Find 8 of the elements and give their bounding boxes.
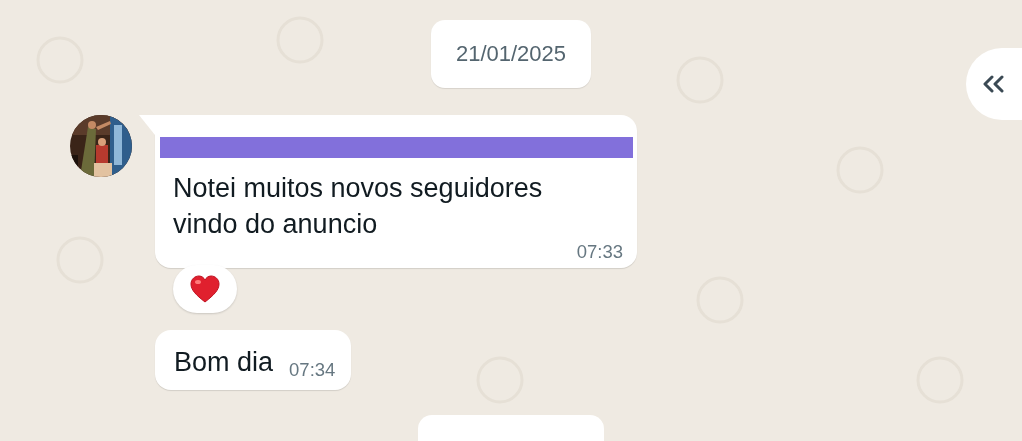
message-time: 07:34 <box>289 360 336 380</box>
double-chevron-left-icon <box>982 75 1006 93</box>
collapse-button[interactable] <box>966 48 1022 120</box>
message-text: Bom dia <box>174 346 274 379</box>
message-text: Notei muitos novos seguidores vindo do anuncio <box>173 172 544 241</box>
message-time: 07:33 <box>576 242 623 262</box>
reaction-badge[interactable] <box>173 265 237 313</box>
date-chip: 21/01/2025 <box>430 20 592 88</box>
